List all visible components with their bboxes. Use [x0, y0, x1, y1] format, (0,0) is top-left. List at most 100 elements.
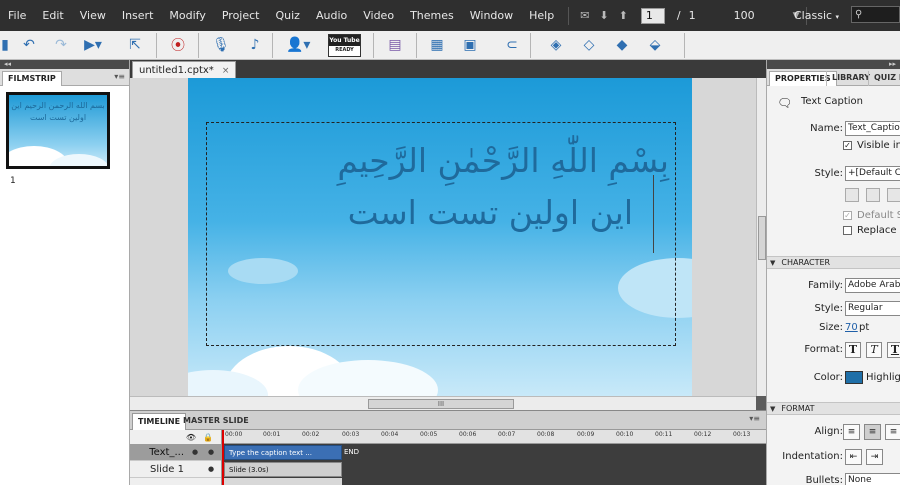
- eye-icon[interactable]: 👁: [186, 433, 196, 442]
- align-right-icon[interactable]: ≡: [885, 424, 900, 440]
- time-tick: 00:07: [498, 431, 516, 438]
- time-tick: 00:03: [342, 431, 360, 438]
- redo-icon[interactable]: ↷: [52, 35, 70, 55]
- style-label: Style:: [814, 168, 844, 179]
- microphone-icon[interactable]: 🎙: [212, 35, 230, 55]
- save-icon[interactable]: ▮: [0, 35, 14, 55]
- visibility-dot-icon[interactable]: ●: [192, 448, 198, 456]
- menu-help[interactable]: Help: [521, 0, 562, 31]
- search-input[interactable]: ⚲: [851, 6, 900, 23]
- indent-decrease-icon[interactable]: ⇤: [845, 449, 862, 465]
- text-caption-box[interactable]: بِسْمِ اللّٰهِ الرَّحْمٰنِ الرَّحِيمِ ای…: [206, 122, 676, 346]
- slide-canvas[interactable]: بِسْمِ اللّٰهِ الرَّحْمٰنِ الرَّحِيمِ ای…: [188, 78, 692, 396]
- lock-icon[interactable]: 🔒: [203, 433, 213, 442]
- send-backward-icon[interactable]: ◇: [580, 35, 598, 55]
- record-icon[interactable]: ⦿: [169, 35, 187, 55]
- current-slide-input[interactable]: 1: [640, 7, 665, 24]
- font-style-select[interactable]: Regular: [845, 301, 900, 316]
- close-icon[interactable]: ×: [222, 66, 230, 76]
- timeline-slide-bar[interactable]: Slide (3.0s): [224, 462, 342, 477]
- menu-modify[interactable]: Modify: [161, 0, 213, 31]
- undo-icon[interactable]: ↶: [20, 35, 38, 55]
- save-style-icon[interactable]: [866, 188, 880, 202]
- style-select[interactable]: +[Default C: [845, 166, 900, 181]
- text-color-swatch[interactable]: [845, 371, 863, 384]
- filmstrip-tabbar: FILMSTRIP ▾≡: [0, 69, 129, 86]
- send-to-back-icon[interactable]: ⬙: [646, 35, 664, 55]
- replace-checkbox[interactable]: [843, 226, 852, 235]
- magnet-icon[interactable]: ⊂: [503, 35, 521, 55]
- bring-forward-icon[interactable]: ◈: [547, 35, 565, 55]
- music-note-icon[interactable]: ♪: [246, 35, 264, 55]
- menu-audio[interactable]: Audio: [308, 0, 355, 31]
- zoom-select[interactable]: 100: [734, 9, 755, 22]
- document-tab[interactable]: untitled1.cptx* ×: [132, 61, 237, 78]
- time-tick: 00:12: [694, 431, 712, 438]
- publish-icon[interactable]: ⇱: [126, 35, 144, 55]
- playhead[interactable]: [222, 430, 224, 485]
- font-size-value[interactable]: 70: [845, 322, 858, 333]
- horizontal-scroll-thumb[interactable]: III: [368, 399, 514, 409]
- reset-style-icon[interactable]: [845, 188, 859, 202]
- menu-themes[interactable]: Themes: [402, 0, 462, 31]
- arrow-down-icon[interactable]: ⬇: [599, 9, 608, 22]
- time-tick: 00:08: [537, 431, 555, 438]
- align-left-icon[interactable]: ≡: [843, 424, 860, 440]
- menu-separator: [568, 6, 570, 25]
- text-cursor: [653, 175, 654, 253]
- edit-style-icon[interactable]: [887, 188, 900, 202]
- menu-window[interactable]: Window: [462, 0, 521, 31]
- menu-project[interactable]: Project: [214, 0, 268, 31]
- panel-menu-icon[interactable]: ▾≡: [749, 414, 760, 423]
- timeline-ruler[interactable]: 00:00 00:01 00:02 00:03 00:04 00:05 00:0…: [222, 430, 766, 444]
- bring-to-front-icon[interactable]: ◆: [613, 35, 631, 55]
- image-icon[interactable]: ▣: [461, 35, 479, 55]
- vertical-scrollbar[interactable]: [756, 78, 766, 396]
- tab-filmstrip[interactable]: FILMSTRIP: [2, 71, 62, 86]
- workspace-mode-select[interactable]: Classic ▾: [794, 0, 839, 33]
- horizontal-scrollbar[interactable]: III: [130, 396, 756, 410]
- menu-edit[interactable]: Edit: [34, 0, 71, 31]
- menu-quiz[interactable]: Quiz: [268, 0, 308, 31]
- caption-text[interactable]: بِسْمِ اللّٰهِ الرَّحْمٰنِ الرَّحِيمِ ای…: [213, 135, 669, 239]
- indent-increase-icon[interactable]: ⇥: [866, 449, 883, 465]
- menu-video[interactable]: Video: [355, 0, 402, 31]
- timeline-layer[interactable]: Slide 1 ●: [130, 461, 221, 478]
- timeline-caption-bar[interactable]: Type the caption text ...: [224, 445, 342, 460]
- menu-file[interactable]: File: [0, 0, 34, 31]
- underline-button[interactable]: T: [887, 342, 900, 358]
- panel-menu-icon[interactable]: ▾≡: [114, 72, 125, 81]
- properties-tabbar: PROPERTIES LIBRARY QUIZ P: [767, 69, 900, 86]
- collapse-panel-icon[interactable]: ▸▸: [767, 60, 900, 69]
- menu-view[interactable]: View: [72, 0, 114, 31]
- bullets-select[interactable]: None: [845, 473, 900, 485]
- lock-dot-icon[interactable]: ●: [208, 448, 214, 456]
- align-center-icon[interactable]: ≡: [864, 424, 881, 440]
- character-section-header[interactable]: ▼ CHARACTER: [767, 256, 900, 269]
- indentation-label: Indentation:: [782, 451, 843, 462]
- arrow-up-icon[interactable]: ⬆: [619, 9, 628, 22]
- font-family-select[interactable]: Adobe Arabi: [845, 278, 900, 293]
- format-section-header[interactable]: ▼ FORMAT: [767, 402, 900, 415]
- timeline-layer[interactable]: Text_... ● ●: [130, 444, 221, 461]
- toolbar-separator: [684, 33, 685, 58]
- tab-quiz-properties[interactable]: QUIZ P: [868, 71, 900, 86]
- preview-icon[interactable]: ▶▾: [84, 35, 102, 55]
- bold-button[interactable]: T: [845, 342, 861, 358]
- slide-number: 1: [10, 176, 16, 186]
- collapse-panel-icon[interactable]: ◂◂: [0, 60, 129, 69]
- mail-icon[interactable]: ✉: [580, 9, 589, 22]
- visible-checkbox[interactable]: ✓: [843, 141, 852, 150]
- youtube-ready-icon[interactable]: You Tube READY: [328, 34, 361, 57]
- name-field[interactable]: Text_Caption: [845, 121, 900, 136]
- tab-master-slide[interactable]: MASTER SLIDE: [178, 413, 254, 430]
- italic-button[interactable]: T: [866, 342, 882, 358]
- menu-insert[interactable]: Insert: [114, 0, 162, 31]
- table-icon[interactable]: ▦: [428, 35, 446, 55]
- slide-thumbnail[interactable]: بسم الله الرحمن الرحيم این اولین تست است: [6, 92, 110, 169]
- character-icon[interactable]: 👤▾: [286, 35, 310, 55]
- slides-icon[interactable]: ▤: [386, 35, 404, 55]
- vertical-scroll-thumb[interactable]: [758, 216, 766, 260]
- lock-dot-icon[interactable]: ●: [208, 465, 214, 473]
- default-style-checkbox[interactable]: ✓: [843, 211, 852, 220]
